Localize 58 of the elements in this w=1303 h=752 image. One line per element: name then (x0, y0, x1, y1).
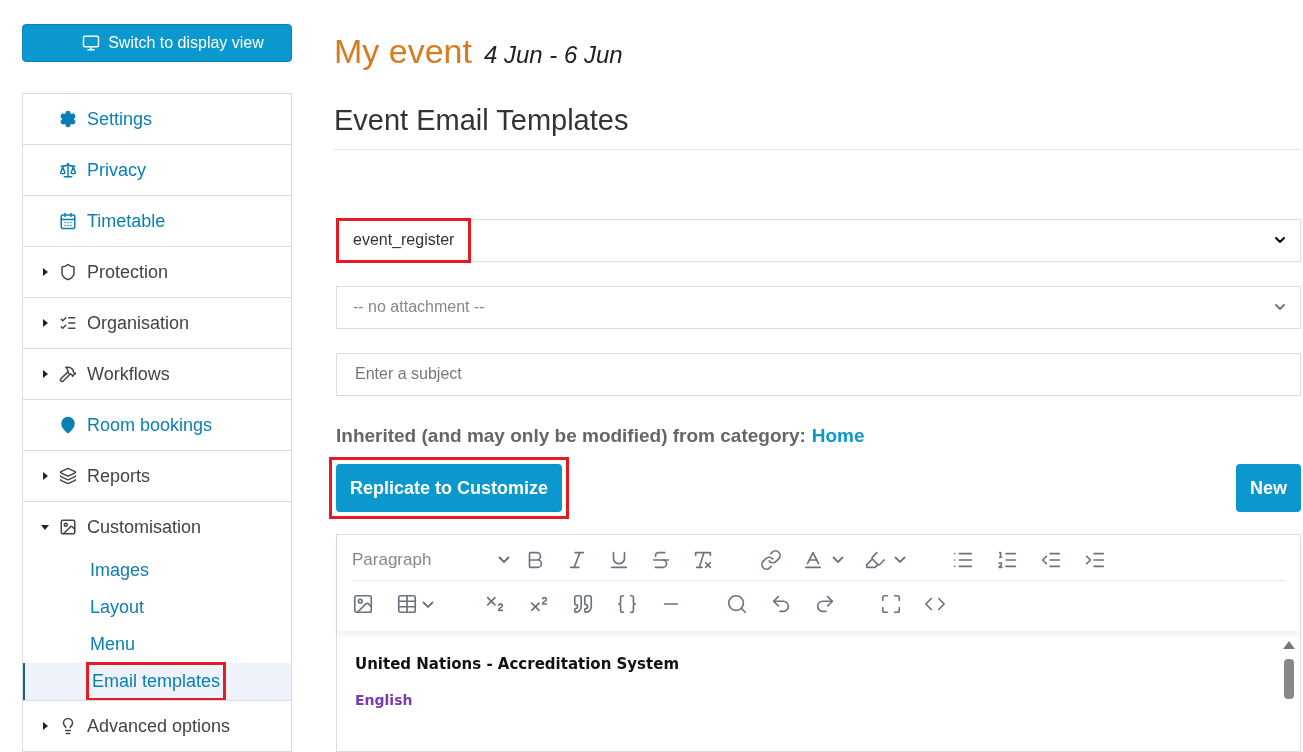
sidebar-item[interactable]: Workflows (23, 349, 291, 399)
undo-icon[interactable] (770, 593, 792, 615)
caret-icon (41, 370, 49, 378)
sidebar-subitem[interactable]: Images (23, 552, 291, 589)
format-dropdown[interactable]: Paragraph (352, 546, 510, 573)
caret-icon (41, 268, 49, 276)
sidebar-item[interactable]: Protection (23, 247, 291, 297)
sidebar-subitem[interactable]: Email templates (23, 663, 291, 700)
sidebar-subitem[interactable]: Layout (23, 589, 291, 626)
replicate-button[interactable]: Replicate to Customize (336, 464, 563, 512)
chevron-down-icon (422, 600, 434, 608)
code-block-icon[interactable] (616, 593, 638, 615)
fullscreen-icon[interactable] (880, 593, 902, 615)
subject-field[interactable]: Enter a subject (336, 352, 1301, 396)
scrollbar-thumb[interactable] (1284, 659, 1294, 699)
scroll-up-arrow-icon[interactable] (1283, 641, 1295, 649)
switch-view-button[interactable]: Switch to display view (22, 24, 292, 62)
search-icon[interactable] (726, 593, 748, 615)
category-link[interactable]: Home (811, 421, 865, 450)
email-heading: United Nations - Accreditation System (355, 654, 680, 675)
list-icon (59, 314, 77, 332)
calendar-icon (59, 212, 77, 230)
inherited-note: Inherited (and may only be modified) from category: (336, 423, 806, 448)
sidebar-item[interactable]: Privacy (23, 145, 291, 195)
layers-icon (59, 467, 77, 485)
link-icon[interactable] (760, 548, 782, 571)
caret-icon (41, 523, 49, 531)
event-title: My event (334, 31, 472, 72)
hammer-icon (59, 365, 77, 383)
sidebar-item[interactable]: Customisation (23, 502, 291, 552)
language-heading: English (355, 690, 414, 710)
sidebar-subitem[interactable]: Menu (23, 626, 291, 663)
chevron-down-icon (894, 556, 906, 563)
chevron-down-icon (498, 556, 510, 563)
redo-icon[interactable] (814, 593, 836, 615)
section-title: Event Email Templates (334, 99, 1301, 150)
shield-icon (59, 263, 77, 281)
event-dates: 4 Jun - 6 Jun (483, 40, 623, 70)
caret-icon (41, 472, 49, 480)
quote-icon[interactable] (572, 593, 594, 615)
scale-icon (59, 161, 77, 179)
new-button[interactable]: New (1236, 464, 1301, 512)
image-icon[interactable] (352, 593, 374, 615)
caret-icon (41, 722, 49, 730)
sidebar-item[interactable]: Organisation (23, 298, 291, 348)
caret-icon (41, 319, 49, 327)
chevron-down-icon (832, 556, 844, 563)
sidebar-item[interactable]: Room bookings (23, 400, 291, 450)
table-icon[interactable] (396, 593, 418, 615)
image-icon (59, 518, 77, 536)
sidebar-item[interactable]: Reports (23, 451, 291, 501)
display-icon (82, 34, 101, 52)
sidebar-item[interactable]: Timetable (23, 196, 291, 246)
attachment-select[interactable]: -- no attachment -- (336, 285, 1301, 329)
sidebar-item[interactable]: Settings (23, 94, 291, 144)
sidebar-item[interactable]: Advanced options (23, 701, 291, 751)
template-select[interactable]: event_register (336, 218, 1301, 262)
map-pin-icon (59, 416, 77, 434)
